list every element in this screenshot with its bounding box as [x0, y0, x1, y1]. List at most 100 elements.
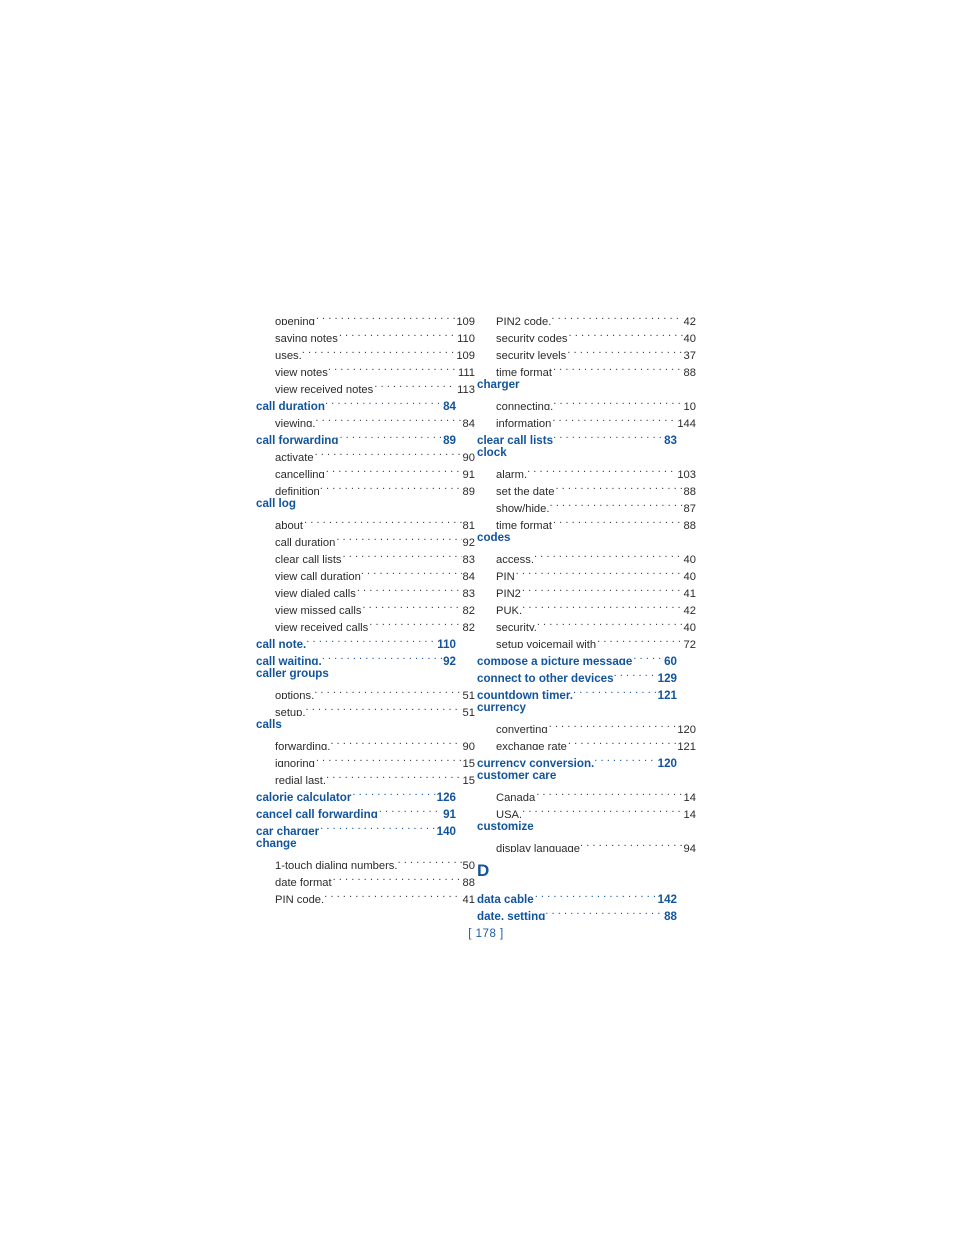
index-entry-main[interactable]: compose a picture message 60 [477, 648, 677, 665]
index-entry-sub[interactable]: view call duration 84 [256, 563, 475, 580]
index-entry-sub[interactable]: exchange rate 121 [477, 733, 696, 750]
index-entry-sub[interactable]: view dialed calls 83 [256, 580, 475, 597]
index-entry-main[interactable]: date, setting 88 [477, 903, 677, 920]
index-entry-main[interactable]: call waiting. 92 [256, 648, 456, 665]
index-entry-sub[interactable]: converting 120 [477, 716, 696, 733]
index-entry-sub[interactable]: time format 88 [477, 512, 696, 529]
index-entry-sub[interactable]: date format 88 [256, 869, 475, 886]
index-entry-sub[interactable]: PIN code. 41 [256, 886, 475, 903]
index-entry-sub[interactable]: PIN2 code. 42 [477, 308, 696, 325]
index-entry-label: connect to other devices [477, 672, 614, 682]
index-entry-main[interactable]: connect to other devices 129 [477, 665, 677, 682]
index-entry-main[interactable]: currency [477, 699, 677, 716]
index-entry-page-number: 88 [683, 486, 696, 495]
index-entry-sub[interactable]: ignoring 15 [256, 750, 475, 767]
index-entry-main[interactable]: caller groups [256, 665, 456, 682]
dot-leader [314, 682, 461, 699]
index-entry-sub[interactable]: Canada 14 [477, 784, 696, 801]
index-entry-sub[interactable]: information 144 [477, 410, 696, 427]
dot-leader [594, 750, 656, 767]
index-entry-label: view received calls [275, 622, 369, 631]
index-entry-sub[interactable]: options. 51 [256, 682, 475, 699]
index-entry-main[interactable]: currency conversion. 120 [477, 750, 677, 767]
dot-leader [597, 631, 682, 648]
index-entry-sub[interactable]: view notes 111 [256, 359, 475, 376]
index-entry-sub[interactable]: definition 89 [256, 478, 475, 495]
index-entry-sub[interactable]: PIN2 41 [477, 580, 696, 597]
index-entry-label: options. [275, 690, 315, 699]
index-entry-main[interactable]: call duration 84 [256, 393, 456, 410]
index-entry-page-number: 120 [677, 724, 696, 733]
index-entry-sub[interactable]: display language 94 [477, 835, 696, 852]
index-entry-sub[interactable]: view received notes 113 [256, 376, 475, 393]
dot-leader [545, 903, 663, 920]
index-entry-label: time format [496, 520, 552, 529]
index-entry-page-number: 51 [462, 690, 475, 699]
index-entry-sub[interactable]: activate 90 [256, 444, 475, 461]
index-entry-page-number: 103 [677, 469, 696, 478]
index-entry-label: 1-touch dialing numbers. [275, 860, 398, 869]
index-entry-sub[interactable]: opening 109 [256, 308, 475, 325]
index-entry-page-number: 110 [457, 333, 475, 342]
index-entry-label: compose a picture message [477, 655, 633, 665]
index-entry-main[interactable]: car charger 140 [256, 818, 456, 835]
index-entry-sub[interactable]: saving notes 110 [256, 325, 475, 342]
index-entry-sub[interactable]: view missed calls 82 [256, 597, 475, 614]
index-entry-sub[interactable]: PIN 40 [477, 563, 696, 580]
index-entry-main[interactable]: call forwarding 89 [256, 427, 456, 444]
index-entry-page-number: 84 [462, 418, 475, 427]
index-entry-sub[interactable]: call duration 92 [256, 529, 475, 546]
index-entry-sub[interactable]: viewing. 84 [256, 410, 475, 427]
index-entry-main[interactable]: codes [477, 529, 677, 546]
dot-leader [567, 342, 682, 359]
index-entry-sub[interactable]: alarm. 103 [477, 461, 696, 478]
dot-leader [614, 665, 657, 682]
index-entry-sub[interactable]: redial last. 15 [256, 767, 475, 784]
index-entry-sub[interactable]: time format 88 [477, 359, 696, 376]
index-entry-sub[interactable]: setup. 51 [256, 699, 475, 716]
dot-leader [304, 512, 462, 529]
index-entry-sub[interactable]: 1-touch dialing numbers. 50 [256, 852, 475, 869]
dot-leader [551, 308, 682, 325]
index-entry-main[interactable]: clear call lists 83 [477, 427, 677, 444]
index-entry-page-number: 129 [657, 672, 677, 682]
index-entry-main[interactable]: clock [477, 444, 677, 461]
index-entry-main[interactable]: call log [256, 495, 456, 512]
index-entry-page-number: 88 [683, 367, 696, 376]
index-entry-sub[interactable]: security levels 37 [477, 342, 696, 359]
index-entry-main[interactable]: calls [256, 716, 456, 733]
index-entry-main[interactable]: charger [477, 376, 677, 393]
index-entry-sub[interactable]: view received calls 82 [256, 614, 475, 631]
index-entry-sub[interactable]: show/hide. 87 [477, 495, 696, 512]
dot-leader [537, 614, 683, 631]
index-entry-sub[interactable]: clear call lists 83 [256, 546, 475, 563]
index-entry-page-number: 94 [683, 843, 696, 852]
index-entry-page-number: 89 [462, 486, 475, 495]
index-entry-sub[interactable]: uses. 109 [256, 342, 475, 359]
index-entry-sub[interactable]: security. 40 [477, 614, 696, 631]
index-entry-main[interactable]: cancel call forwarding 91 [256, 801, 456, 818]
dot-leader [573, 682, 657, 699]
index-entry-sub[interactable]: setup voicemail with 72 [477, 631, 696, 648]
index-entry-sub[interactable]: security codes 40 [477, 325, 696, 342]
index-entry-sub[interactable]: set the date 88 [477, 478, 696, 495]
index-entry-sub[interactable]: forwarding. 90 [256, 733, 475, 750]
index-entry-sub[interactable]: cancelling 91 [256, 461, 475, 478]
index-entry-sub[interactable]: access. 40 [477, 546, 696, 563]
index-entry-page-number: 83 [664, 434, 677, 444]
index-entry-label: USA. [496, 809, 523, 818]
index-entry-main[interactable]: countdown timer. 121 [477, 682, 677, 699]
index-entry-sub[interactable]: connecting. 10 [477, 393, 696, 410]
index-entry-main[interactable]: call note. 110 [256, 631, 456, 648]
index-entry-main[interactable]: customer care [477, 767, 677, 784]
index-entry-main[interactable]: data cable 142 [477, 886, 677, 903]
index-entry-main[interactable]: change [256, 835, 456, 852]
index-entry-label: information [496, 418, 552, 427]
index-entry-main[interactable]: customize [477, 818, 677, 835]
dot-leader [369, 614, 461, 631]
index-entry-sub[interactable]: PUK. 42 [477, 597, 696, 614]
index-entry-main[interactable]: calorie calculator 126 [256, 784, 456, 801]
index-entry-label: calls [256, 718, 282, 731]
index-entry-sub[interactable]: USA. 14 [477, 801, 696, 818]
index-entry-sub[interactable]: about 81 [256, 512, 475, 529]
